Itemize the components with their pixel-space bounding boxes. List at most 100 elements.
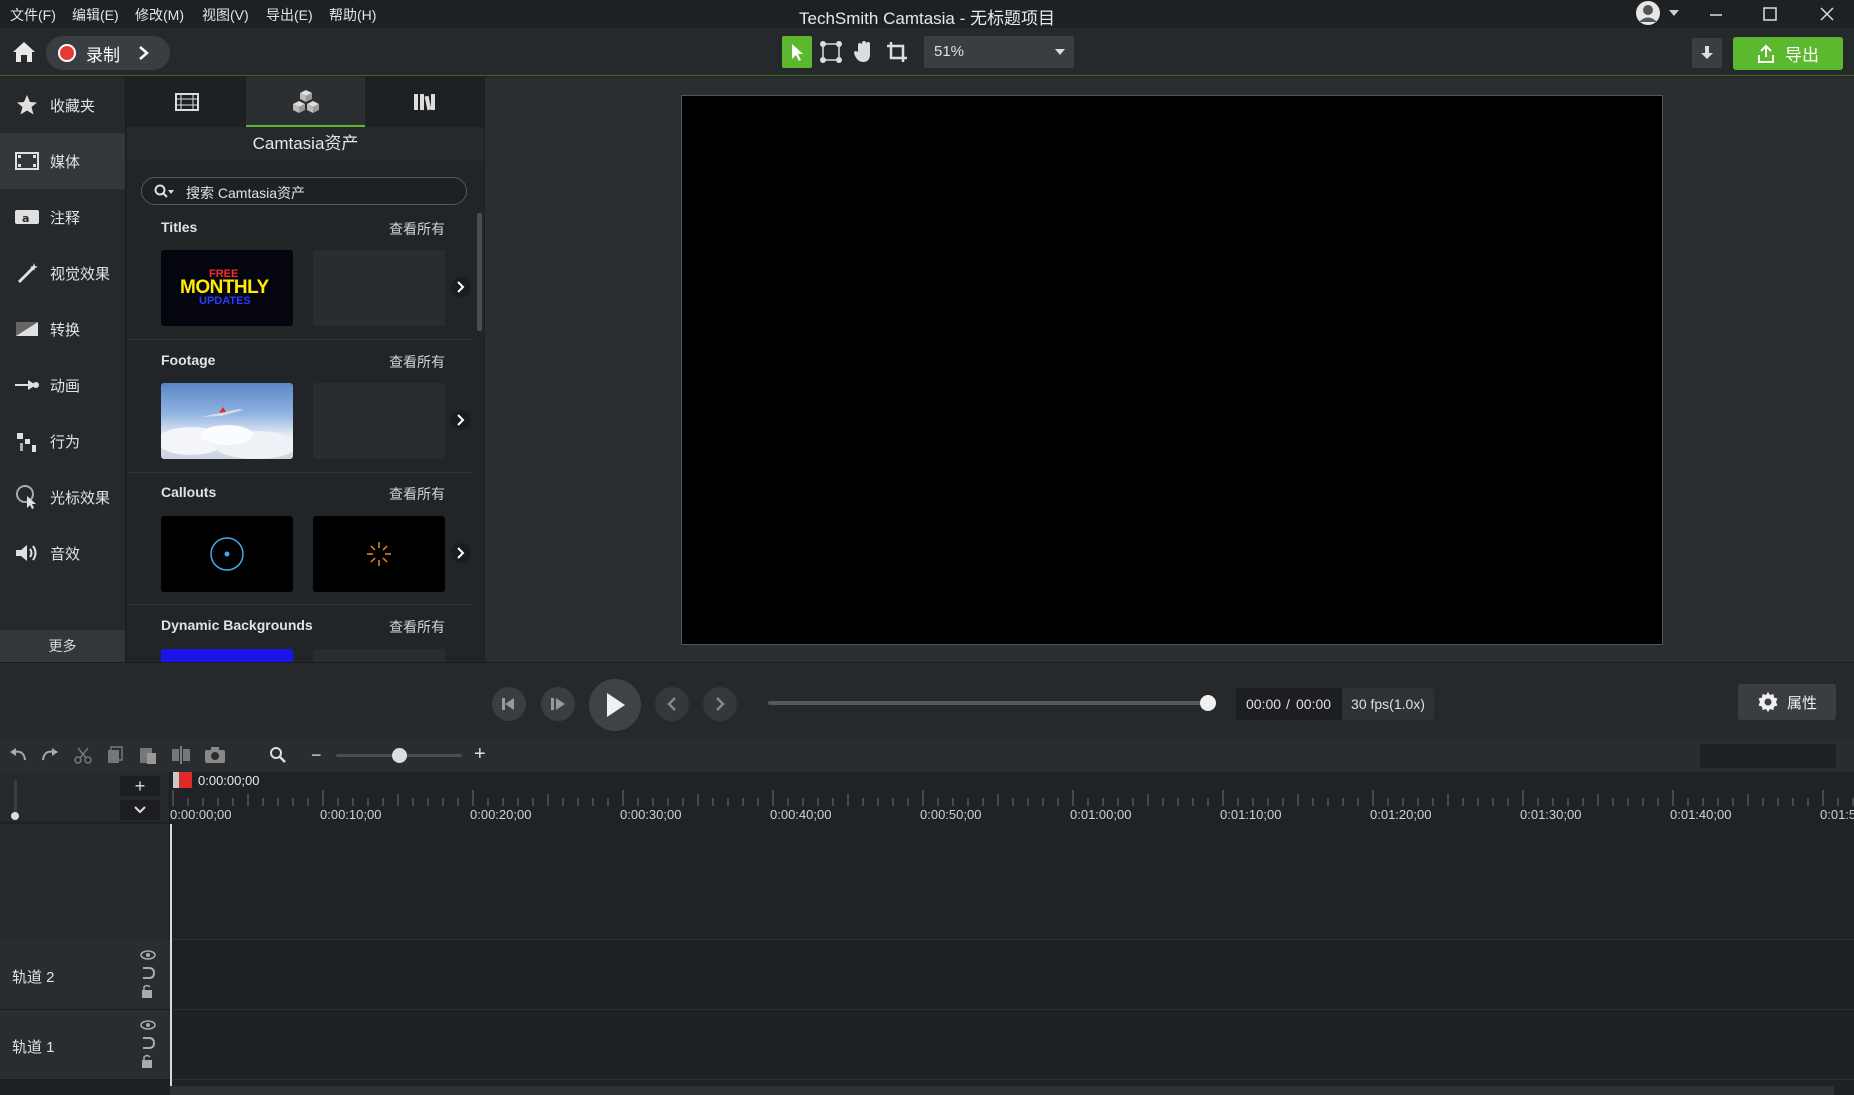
redo-icon[interactable] xyxy=(40,746,60,764)
undo-icon[interactable] xyxy=(8,746,28,764)
lock-icon[interactable] xyxy=(141,1054,153,1068)
home-icon[interactable] xyxy=(8,38,40,66)
nav-item-behaviors[interactable]: 行为 xyxy=(0,413,125,469)
pan-hand-icon[interactable] xyxy=(848,36,878,68)
timeline-overview[interactable] xyxy=(1700,744,1836,768)
zoom-select[interactable]: 51% xyxy=(924,36,1074,68)
eye-icon[interactable] xyxy=(140,950,156,960)
nav-item-media[interactable]: 媒体 xyxy=(0,133,125,189)
footage-thumbnail-1[interactable] xyxy=(161,383,293,459)
nav-item-cursor-effects[interactable]: 光标效果 xyxy=(0,469,125,525)
more-button[interactable]: 更多 xyxy=(0,630,125,662)
track-head-1[interactable]: 轨道 1 xyxy=(0,1010,170,1080)
library-scrollbar[interactable] xyxy=(477,213,482,331)
lock-icon[interactable] xyxy=(141,984,153,998)
minimize-icon[interactable] xyxy=(1700,6,1730,24)
maximize-icon[interactable] xyxy=(1754,4,1784,24)
collapse-tracks-icon[interactable] xyxy=(120,800,160,820)
track-row-1[interactable] xyxy=(170,1010,1854,1080)
callouts-thumbnail-2[interactable] xyxy=(313,516,445,592)
magnet-icon[interactable] xyxy=(140,966,156,980)
previous-marker-button[interactable] xyxy=(655,687,689,721)
split-icon[interactable] xyxy=(171,746,191,764)
cut-icon[interactable] xyxy=(74,746,92,764)
preview-canvas[interactable] xyxy=(681,95,1663,645)
record-button[interactable]: 录制 xyxy=(46,36,170,70)
titles-next-button[interactable] xyxy=(451,277,471,297)
timeline-header-controls: + xyxy=(0,772,170,822)
search-input[interactable]: 搜索 Camtasia资产 xyxy=(186,183,305,203)
see-all-footage[interactable]: 查看所有 xyxy=(389,352,445,372)
titles-thumbnail-2[interactable] xyxy=(313,250,445,326)
properties-button[interactable]: 属性 xyxy=(1738,684,1836,720)
circle-callout-icon xyxy=(210,537,244,571)
timeline-zoom-slider[interactable] xyxy=(336,748,462,763)
timeline-ruler[interactable]: 0:00:00;00 0:00:00;00 0:00:10;00 0:00:20;0… xyxy=(170,772,1854,824)
callouts-thumbnail-1[interactable] xyxy=(161,516,293,592)
fps-display[interactable]: 30 fps(1.0x) xyxy=(1342,688,1434,720)
close-icon[interactable] xyxy=(1812,4,1842,24)
title-bar: 文件(F) 编辑(E) 修改(M) 视图(V) 导出(E) 帮助(H) Tech… xyxy=(0,0,1854,28)
empty-track-area[interactable] xyxy=(170,824,1854,940)
ruler-label: 0:01:30;00 xyxy=(1520,807,1582,822)
eye-icon[interactable] xyxy=(140,1020,156,1030)
magnet-icon[interactable] xyxy=(140,1036,156,1050)
nav-item-favorites[interactable]: 收藏夹 xyxy=(0,77,125,133)
zoom-out-icon[interactable]: − xyxy=(311,746,322,764)
scrubber-track[interactable] xyxy=(768,695,1216,711)
see-all-dynamic-backgrounds[interactable]: 查看所有 xyxy=(389,617,445,637)
add-track-icon[interactable]: + xyxy=(120,776,160,796)
play-button[interactable] xyxy=(589,679,641,731)
track-head-2[interactable]: 轨道 2 xyxy=(0,940,170,1010)
nav-label: 光标效果 xyxy=(50,489,111,507)
timeline-zoom-handle[interactable] xyxy=(392,748,407,763)
snapshot-camera-icon[interactable] xyxy=(204,746,226,764)
section-title-titles: Titles xyxy=(161,219,198,235)
user-dropdown-icon[interactable] xyxy=(1668,8,1680,18)
nav-item-audio-effects[interactable]: 音效 xyxy=(0,525,125,581)
paste-icon[interactable] xyxy=(138,745,158,765)
scrubber-handle[interactable] xyxy=(1200,695,1216,711)
play-icon xyxy=(603,691,627,719)
user-avatar-icon[interactable] xyxy=(1633,0,1663,28)
film-strip-icon xyxy=(174,93,199,111)
crop-tool-icon[interactable] xyxy=(882,36,912,68)
edit-points-tool-icon[interactable] xyxy=(816,36,846,68)
select-tool-icon[interactable] xyxy=(782,36,812,68)
dynamic-bg-thumbnail-2[interactable] xyxy=(313,649,445,662)
fps-label: 30 fps(1.0x) xyxy=(1351,696,1425,712)
chevron-down-icon xyxy=(1054,48,1066,56)
zoom-magnifier-icon[interactable] xyxy=(269,746,287,764)
library-books-icon xyxy=(412,92,438,112)
step-back-button[interactable] xyxy=(492,687,526,721)
chevron-left-icon xyxy=(666,696,678,712)
zoom-in-icon[interactable]: + xyxy=(474,744,486,764)
tab-camtasia-assets[interactable] xyxy=(246,77,365,127)
dynamic-bg-thumbnail-1[interactable] xyxy=(161,649,293,662)
library-search[interactable]: 搜索 Camtasia资产 xyxy=(141,177,467,205)
nav-item-annotations[interactable]: a 注释 xyxy=(0,189,125,245)
tab-media-bin[interactable] xyxy=(127,77,246,127)
nav-item-animations[interactable]: 动画 xyxy=(0,357,125,413)
canvas-area xyxy=(485,77,1854,662)
nav-item-transitions[interactable]: 转换 xyxy=(0,301,125,357)
callouts-next-button[interactable] xyxy=(451,543,471,563)
download-icon[interactable] xyxy=(1692,38,1722,68)
track-height-slider[interactable] xyxy=(10,780,22,820)
ruler-label: 0:01:40;00 xyxy=(1670,807,1732,822)
export-button[interactable]: 导出 xyxy=(1733,37,1843,70)
footage-thumbnail-2[interactable] xyxy=(313,383,445,459)
record-chevron-icon[interactable] xyxy=(138,45,150,61)
nav-label: 转换 xyxy=(50,321,81,339)
timeline-horizontal-scrollbar[interactable] xyxy=(170,1086,1834,1095)
nav-item-visual-effects[interactable]: 视觉效果 xyxy=(0,245,125,301)
titles-thumbnail-1[interactable]: FREE MONTHLY UPDATES xyxy=(161,250,293,326)
track-row-2[interactable] xyxy=(170,940,1854,1010)
footage-next-button[interactable] xyxy=(451,410,471,430)
next-marker-button[interactable] xyxy=(703,687,737,721)
see-all-titles[interactable]: 查看所有 xyxy=(389,219,445,239)
tab-library[interactable] xyxy=(365,77,484,127)
see-all-callouts[interactable]: 查看所有 xyxy=(389,484,445,504)
step-forward-button[interactable] xyxy=(541,687,575,721)
copy-icon[interactable] xyxy=(106,746,124,764)
